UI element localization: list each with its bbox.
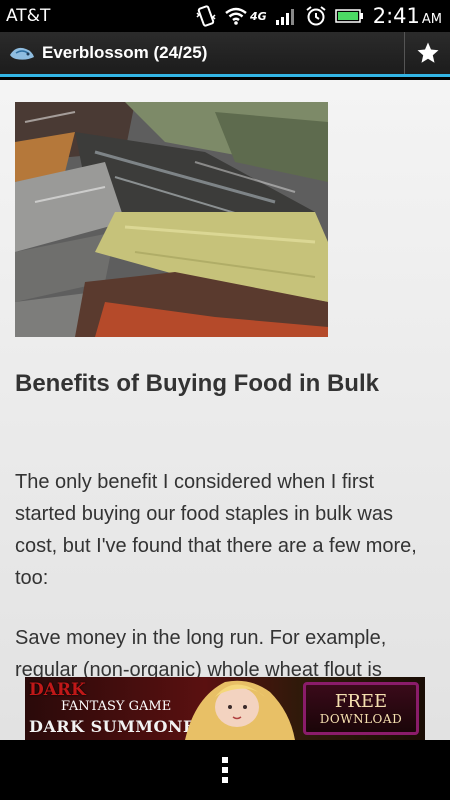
wifi-icon bbox=[224, 7, 248, 25]
bulk-food-bags-image bbox=[15, 102, 328, 337]
app-logo-icon[interactable] bbox=[6, 37, 38, 69]
clock-ampm: AM bbox=[421, 12, 442, 27]
app-title: Everblossom (24/25) bbox=[42, 43, 208, 62]
alarm-icon bbox=[305, 5, 327, 27]
battery-icon bbox=[334, 8, 365, 24]
article-content[interactable]: Benefits of Buying Food in Bulk The only… bbox=[0, 80, 450, 740]
vibrate-icon bbox=[196, 5, 216, 27]
ad-title-line1: DARK bbox=[29, 680, 86, 700]
navigation-bar bbox=[0, 740, 450, 800]
ad-character-illustration bbox=[185, 680, 295, 740]
ad-free-download-button[interactable]: FREE DOWNLOAD bbox=[303, 682, 419, 735]
clock-time: 2:41 bbox=[372, 4, 420, 28]
status-bar: AT&T 4G 2:41 AM bbox=[0, 0, 450, 32]
ad-cta-free: FREE bbox=[334, 690, 388, 712]
ad-title-line2: FANTASY GAME bbox=[61, 699, 172, 714]
overflow-menu-icon bbox=[222, 757, 228, 783]
article-paragraph: The only benefit I considered when I fir… bbox=[15, 471, 417, 589]
signal-icon bbox=[275, 7, 297, 25]
article-title: Benefits of Buying Food in Bulk bbox=[15, 370, 379, 397]
overflow-menu-button[interactable] bbox=[205, 750, 245, 790]
star-icon bbox=[417, 42, 438, 63]
carrier-label: AT&T bbox=[6, 6, 51, 26]
favorite-button[interactable] bbox=[404, 32, 450, 74]
status-icons: 4G 2:41 AM bbox=[196, 4, 442, 28]
ad-banner[interactable]: DARK FANTASY GAME DARK SUMMONER FREE DOW… bbox=[25, 677, 425, 740]
ad-cta-download: DOWNLOAD bbox=[319, 711, 403, 726]
action-bar: Everblossom (24/25) bbox=[0, 32, 450, 77]
clock: 2:41 AM bbox=[373, 4, 442, 28]
network-type-label: 4G bbox=[250, 9, 267, 23]
